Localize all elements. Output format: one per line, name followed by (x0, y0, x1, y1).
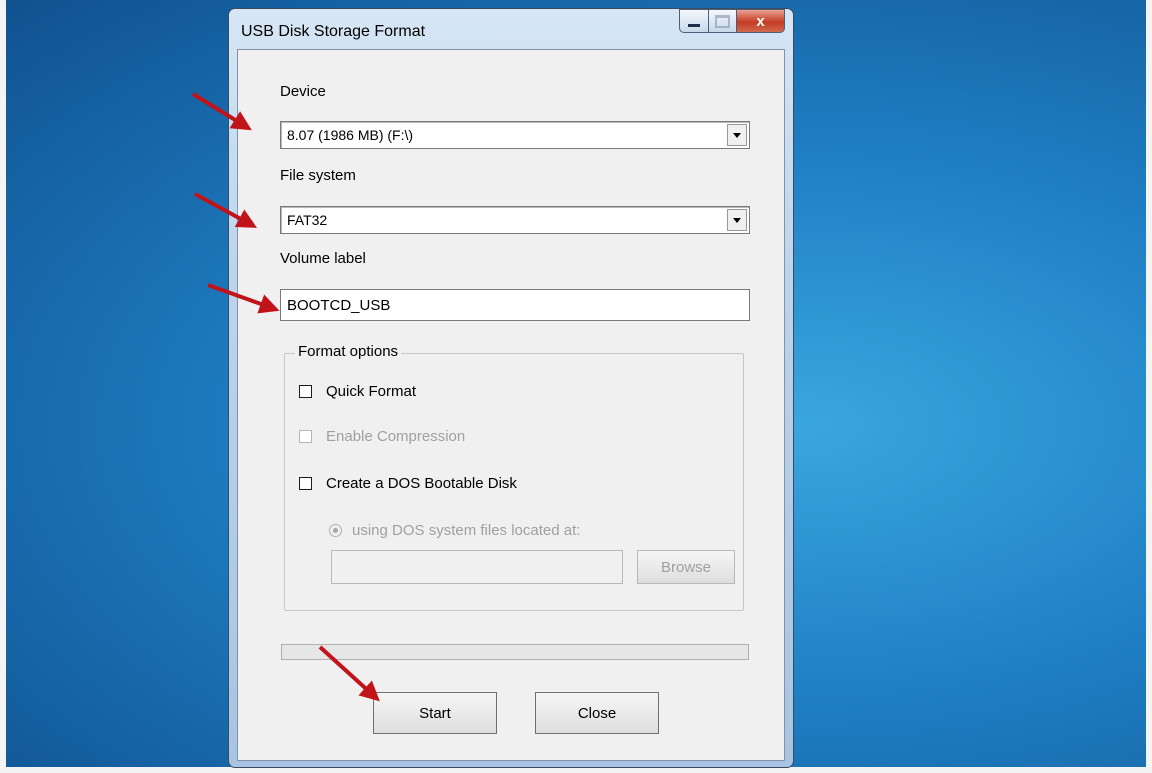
device-select[interactable]: 8.07 (1986 MB) (F:\) (280, 121, 750, 149)
dos-path-input (331, 550, 623, 584)
file-system-selected-value: FAT32 (287, 212, 328, 228)
dos-bootable-label: Create a DOS Bootable Disk (326, 475, 517, 492)
format-progress-bar (281, 644, 749, 660)
device-dropdown-button[interactable] (727, 124, 747, 146)
format-dialog: USB Disk Storage Format x Device 8.07 (1… (228, 8, 794, 768)
dos-bootable-checkbox[interactable]: Create a DOS Bootable Disk (299, 475, 517, 492)
volume-label-input[interactable]: BOOTCD_USB (280, 289, 750, 321)
file-system-select[interactable]: FAT32 (280, 206, 750, 234)
checkbox-box (299, 385, 312, 398)
maximize-icon (715, 14, 730, 28)
browse-button: Browse (637, 550, 735, 584)
checkbox-box (299, 477, 312, 490)
enable-compression-label: Enable Compression (326, 428, 466, 445)
device-label: Device (280, 83, 326, 100)
file-system-label: File system (280, 167, 356, 184)
start-button[interactable]: Start (373, 692, 497, 734)
volume-label-label: Volume label (280, 250, 366, 267)
quick-format-checkbox[interactable]: Quick Format (299, 383, 416, 400)
dos-files-label: using DOS system files located at: (352, 522, 581, 539)
checkbox-box (299, 430, 312, 443)
minimize-icon (688, 23, 700, 27)
close-button[interactable]: Close (535, 692, 659, 734)
minimize-button[interactable] (679, 9, 709, 33)
caption-buttons: x (679, 9, 785, 35)
format-options-legend: Format options (295, 343, 402, 360)
format-options-group: Format options Quick Format Enable Compr… (284, 343, 744, 611)
file-system-dropdown-button[interactable] (727, 209, 747, 231)
close-window-button[interactable]: x (737, 9, 785, 33)
dos-files-radio: using DOS system files located at: (329, 522, 580, 539)
dropdown-arrow-icon (733, 217, 741, 223)
window-title: USB Disk Storage Format (241, 23, 426, 40)
maximize-button (709, 9, 737, 33)
quick-format-label: Quick Format (326, 383, 417, 400)
dialog-client-area: Device 8.07 (1986 MB) (F:\) File system … (237, 49, 785, 761)
close-icon: x (756, 12, 765, 30)
volume-label-value: BOOTCD_USB (287, 297, 391, 314)
radio-dot (329, 524, 342, 537)
enable-compression-checkbox: Enable Compression (299, 428, 465, 445)
dropdown-arrow-icon (733, 132, 741, 138)
device-selected-value: 8.07 (1986 MB) (F:\) (287, 127, 414, 143)
